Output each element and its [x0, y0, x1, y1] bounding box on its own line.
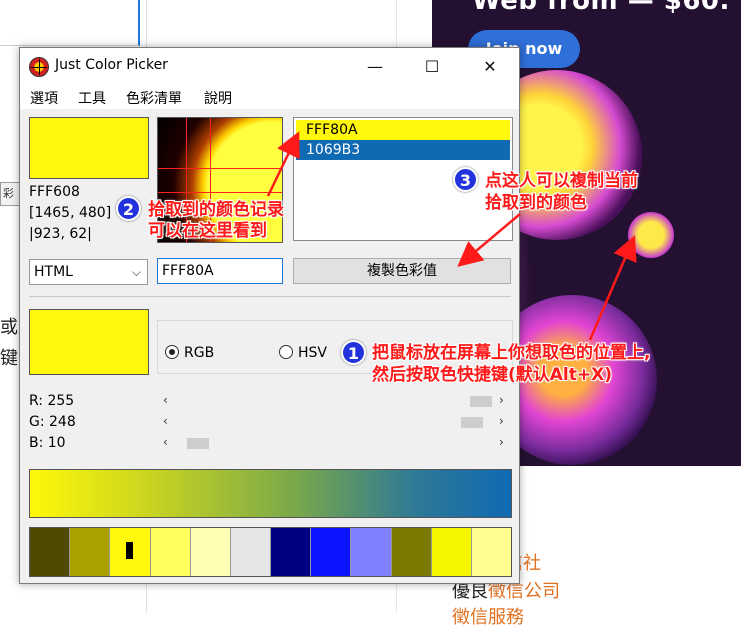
step-2-badge: 2	[116, 196, 141, 221]
step-1-badge: 1	[341, 340, 366, 365]
arrow-to-screen-color	[588, 235, 637, 341]
step-1-line-2: 然后按取色快捷键(默认Alt+X)	[372, 365, 613, 385]
step-3-badge: 3	[453, 167, 478, 192]
step-3-line-1: 点这人可以複制当前	[485, 171, 638, 191]
arrow-to-copy-button	[457, 213, 521, 267]
annotation-arrows	[266, 131, 637, 341]
step-2-line-1: 拾取到的颜色记录	[148, 200, 284, 220]
step-2-line-2: 可以在这里看到	[148, 221, 267, 241]
step-1-line-1: 把鼠标放在屏幕上你想取色的位置上,	[372, 343, 651, 363]
step-3-line-2: 拾取到的颜色	[485, 193, 587, 213]
arrow-to-history	[266, 131, 300, 197]
